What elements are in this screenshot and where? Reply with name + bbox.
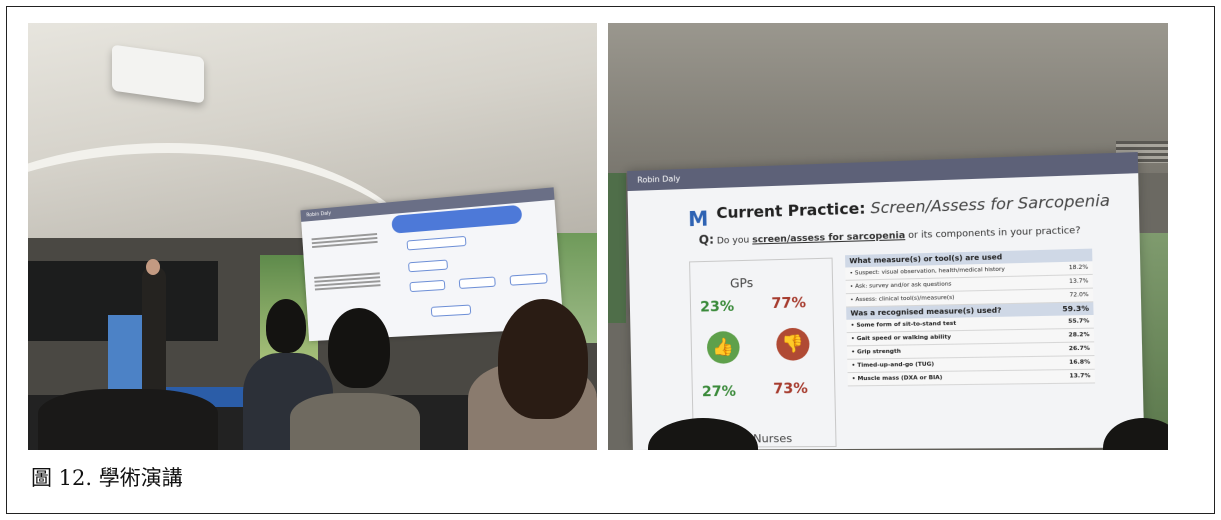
question-underlined: screen/assess for sarcopenia [752,230,906,246]
audience-hair [498,299,588,419]
flow-box [430,304,472,317]
audience-member [290,393,420,450]
speaker-head [146,259,160,275]
chairs [38,389,218,450]
audience-head [328,308,390,388]
flow-box [409,279,446,293]
window-left [608,173,626,323]
figure-caption: 圖 12. 學術演講 [31,466,183,490]
flow-box [458,276,496,289]
projected-slide: Robin Daly M Current Practice: Screen/As… [627,152,1145,450]
ceiling [608,23,1168,173]
nurses-no-percent: 73% [773,380,808,398]
presentation-slide-photo: Robin Daly M Current Practice: Screen/As… [608,23,1168,450]
slide-title-italic: Screen/Assess for Sarcopenia [870,191,1111,218]
question-end: or its components in your practice? [908,225,1081,242]
nurses-yes-percent: 27% [701,383,737,401]
slide-title: Current Practice: Screen/Assess for Sarc… [716,191,1110,222]
flow-box [509,273,548,286]
gps-no-percent: 77% [771,295,807,313]
question-start: Do you [716,235,750,247]
figure-frame: Robin Daly Robin Daly M Current Practice… [6,6,1215,514]
slide-author: Robin Daly [306,210,332,219]
audience-head [266,299,306,353]
table-row: Muscle mass (DXA or BIA)13.7% [847,369,1096,387]
group-gps-label: GPs [729,275,754,291]
measures-table: What measure(s) or tool(s) are used Susp… [845,248,1096,387]
flow-box [406,235,467,251]
conference-hall-photo: Robin Daly [28,23,597,450]
m-logo-icon: M [687,206,709,232]
slide-author: Robin Daly [637,174,681,185]
flow-box [408,259,449,273]
gps-yes-percent: 23% [699,298,735,316]
question-prefix: Q: [698,232,715,248]
slide-title-bold: Current Practice: [716,199,866,223]
slide-question: Q: Do you screen/assess for sarcopenia o… [698,222,1081,248]
speaker [142,267,166,397]
